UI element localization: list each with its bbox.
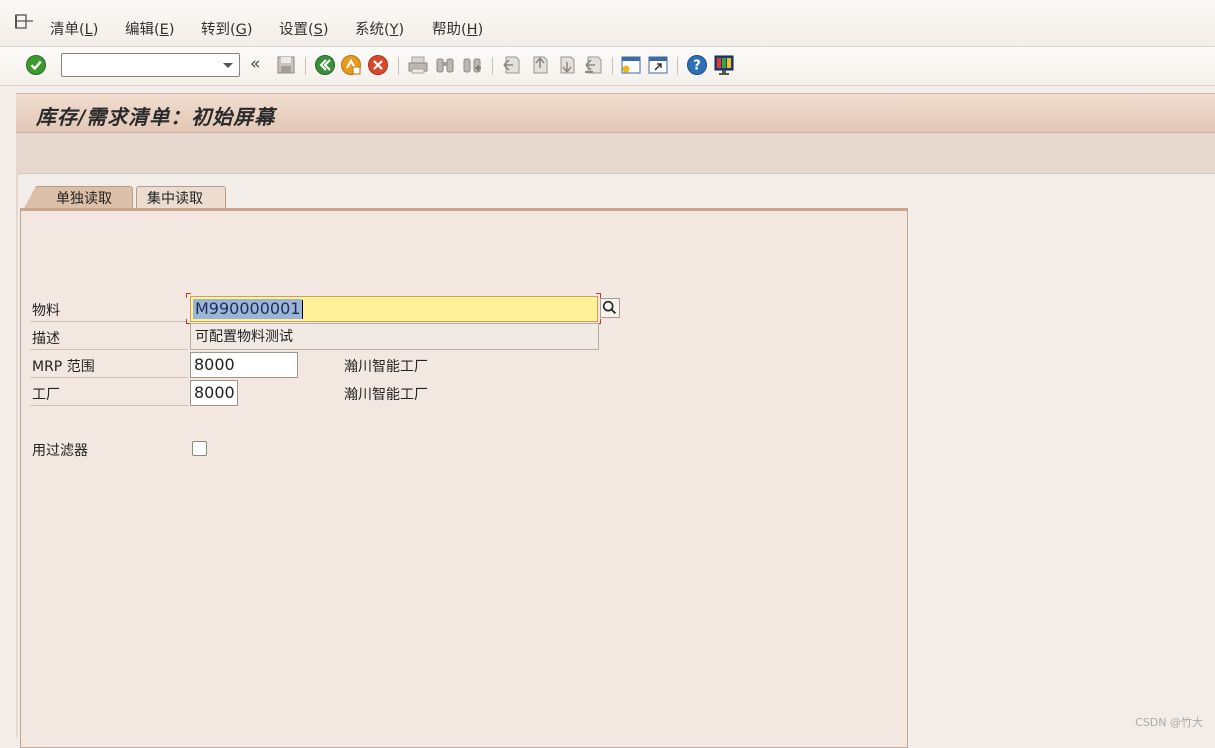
command-collapse-button[interactable]: « xyxy=(250,54,260,74)
magnifier-icon xyxy=(602,300,617,315)
material-input[interactable]: M990000001 xyxy=(190,296,598,322)
mrp-area-text: 瀚川智能工厂 xyxy=(344,359,428,375)
svg-text:?: ? xyxy=(693,59,701,74)
text-cursor xyxy=(302,300,303,319)
create-session-icon[interactable] xyxy=(620,54,642,76)
menu-settings[interactable]: 设置(S) xyxy=(279,18,329,39)
first-page-icon[interactable] xyxy=(500,54,522,76)
command-dropdown-icon[interactable] xyxy=(223,63,233,68)
description-label: 描述 xyxy=(32,331,60,347)
material-value-selected: M990000001 xyxy=(193,299,303,319)
application-toolbar xyxy=(16,133,1215,174)
back-icon[interactable] xyxy=(314,54,336,76)
watermark: CSDN @竹大 xyxy=(1135,716,1203,729)
find-next-icon[interactable] xyxy=(461,54,483,76)
last-page-icon[interactable] xyxy=(582,54,604,76)
save-icon[interactable] xyxy=(275,54,297,76)
tab-single-read[interactable]: 单独读取 xyxy=(24,186,133,208)
system-menu-icon[interactable] xyxy=(15,14,35,30)
label-underline xyxy=(30,349,188,350)
enter-icon[interactable] xyxy=(25,54,47,76)
previous-page-icon[interactable] xyxy=(528,54,550,76)
menu-bar: 清单(L) 编辑(E) 转到(G) 设置(S) 系统(Y) 帮助(H) xyxy=(0,0,1215,47)
command-input[interactable] xyxy=(66,55,220,77)
page-title: 库存/需求清单：初始屏幕 xyxy=(36,105,276,129)
toolbar-separator xyxy=(398,57,399,75)
menu-system[interactable]: 系统(Y) xyxy=(355,18,404,39)
material-label: 物料 xyxy=(32,303,60,319)
search-help-button[interactable] xyxy=(600,298,620,318)
command-field[interactable] xyxy=(61,53,240,77)
title-bar: 库存/需求清单：初始屏幕 xyxy=(16,93,1215,133)
filter-label: 用过滤器 xyxy=(32,443,88,459)
next-page-icon[interactable] xyxy=(555,54,577,76)
plant-text: 瀚川智能工厂 xyxy=(344,387,428,403)
cancel-icon[interactable] xyxy=(367,54,389,76)
shortcut-icon[interactable] xyxy=(647,54,669,76)
menu-goto[interactable]: 转到(G) xyxy=(201,18,253,39)
toolbar-separator xyxy=(612,57,613,75)
plant-label: 工厂 xyxy=(32,387,60,403)
menu-help[interactable]: 帮助(H) xyxy=(432,18,483,39)
tab-collective-read[interactable]: 集中读取 xyxy=(136,186,226,208)
menu-list[interactable]: 清单(L) xyxy=(50,18,98,39)
description-field: 可配置物料测试 xyxy=(190,323,599,350)
menu-edit[interactable]: 编辑(E) xyxy=(125,18,175,39)
find-icon[interactable] xyxy=(434,54,456,76)
print-icon[interactable] xyxy=(407,54,429,76)
label-underline xyxy=(30,321,188,322)
standard-toolbar: « ? xyxy=(0,47,1215,86)
toolbar-separator xyxy=(305,57,306,75)
mrp-area-input[interactable]: 8000 xyxy=(190,352,298,378)
toolbar-separator xyxy=(492,57,493,75)
customize-layout-icon[interactable] xyxy=(713,54,735,76)
label-underline xyxy=(30,405,188,406)
left-border xyxy=(16,173,18,737)
toolbar-separator xyxy=(677,57,678,75)
exit-icon[interactable] xyxy=(340,54,362,76)
tab-panel xyxy=(20,208,908,748)
plant-input[interactable]: 8000 xyxy=(190,380,238,406)
mrp-area-label: MRP 范围 xyxy=(32,359,95,375)
filter-checkbox[interactable] xyxy=(192,441,207,456)
help-icon[interactable]: ? xyxy=(686,54,708,76)
label-underline xyxy=(30,377,188,378)
